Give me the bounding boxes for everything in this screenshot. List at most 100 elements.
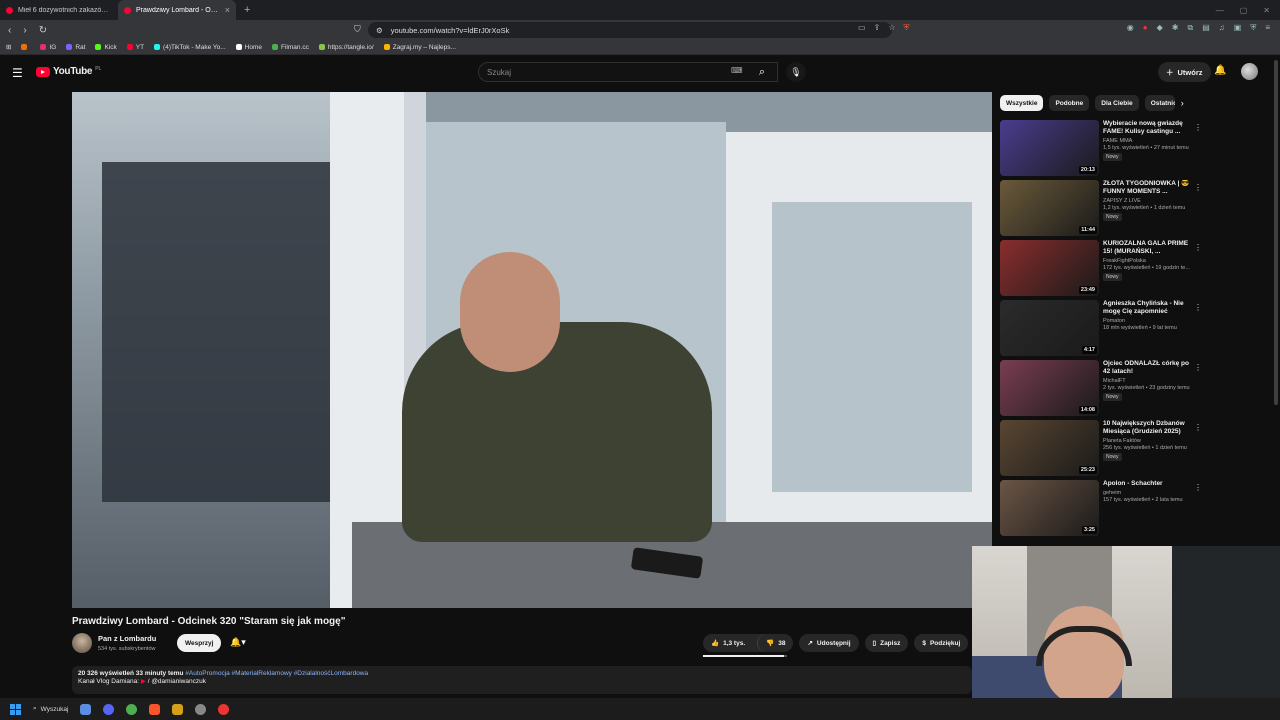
chevron-right-icon[interactable]: › (1181, 98, 1184, 108)
site-info-icon[interactable]: ⚙ (376, 26, 383, 35)
recommendation-channel[interactable]: Planeta Faktów (1103, 438, 1197, 445)
extension-icon[interactable]: ◆ (1157, 23, 1163, 33)
video-player[interactable] (72, 92, 992, 608)
recommendation-thumbnail[interactable]: 11:44 (1000, 180, 1099, 236)
bookmark-icon[interactable]: ⛉ (354, 24, 361, 35)
recommendation-title[interactable]: Ojciec ODNALAZŁ córkę po 42 latach! (1103, 360, 1197, 376)
bookmark-item[interactable]: Filman.cc (272, 44, 309, 51)
maximize-icon[interactable]: ▢ (1240, 6, 1248, 15)
chip-recent[interactable]: Ostatnio (1144, 95, 1175, 111)
share-button[interactable]: ↗ Udostępnij (799, 634, 859, 652)
bookmark-item[interactable]: Zagraj.my – Najleps... (383, 44, 456, 51)
like-button[interactable]: 👍 1,3 tys. (703, 634, 753, 652)
recommendation-item[interactable]: 3:25 Apolon - Schachter geheim 157 tys. wyś… (1000, 480, 1206, 540)
brave-icon[interactable] (149, 703, 161, 715)
recommendation-title[interactable]: ZŁOTA TYGODNIÓWKA | 😎 FUNNY MOMENTS ... (1103, 180, 1197, 196)
recommendation-thumbnail[interactable]: 14:08 (1000, 360, 1099, 416)
recommendation-channel[interactable]: FAME MMA (1103, 138, 1197, 145)
chip-all[interactable]: Wszystkie (1000, 95, 1044, 111)
hamburger-menu-icon[interactable]: ☰ (12, 66, 23, 80)
wallet-icon[interactable]: ▣ (1234, 23, 1242, 33)
app-icon[interactable] (172, 703, 184, 715)
star-icon[interactable]: ☆ (888, 23, 895, 33)
extension-icon[interactable]: ● (1143, 23, 1148, 33)
hashtags[interactable]: #AutoPromocja #MaterialReklamowy #Dziala… (185, 670, 368, 677)
recommendation-channel[interactable]: FreakFightPolska (1103, 258, 1197, 265)
explorer-icon[interactable] (80, 703, 92, 715)
close-tab-icon[interactable]: × (225, 5, 230, 15)
bookmark-item[interactable]: (4)TikTok - Make Yo... (154, 44, 226, 51)
page-scrollbar[interactable] (1274, 60, 1278, 405)
bookmark-item[interactable]: Rat (66, 44, 85, 51)
app-icon[interactable] (195, 703, 207, 715)
recommendation-title[interactable]: Agnieszka Chylińska - Nie mogę Cię zapom… (1103, 300, 1197, 316)
browser-tab-2[interactable]: Prawdziwy Lombard - Odcin × (118, 0, 236, 20)
subscription-bell-icon[interactable]: 🔔▾ (230, 637, 246, 648)
recommendation-title[interactable]: 10 Największych Dzbanów Miesiąca (Grudzi… (1103, 420, 1197, 436)
keyboard-icon[interactable]: ⌨ (731, 66, 743, 75)
media-icon[interactable]: ♫ (1219, 23, 1225, 33)
search-button[interactable]: ⌕ (748, 62, 776, 82)
extension-icon[interactable]: ✱ (1172, 23, 1179, 33)
recommendation-item[interactable]: 14:08 Ojciec ODNALAZŁ córkę po 42 latach!… (1000, 360, 1206, 420)
support-button[interactable]: Wesprzyj (177, 634, 222, 652)
recommendation-thumbnail[interactable]: 25:23 (1000, 420, 1099, 476)
app-icon[interactable] (218, 703, 230, 715)
bookmark-item[interactable]: Kick (95, 44, 117, 51)
notifications-bell-icon[interactable]: 🔔 (1214, 65, 1226, 76)
recommendation-channel[interactable]: geheim (1103, 490, 1197, 497)
extension-icon[interactable]: ◉ (1127, 23, 1134, 33)
recommendation-item[interactable]: 4:17 Agnieszka Chylińska - Nie mogę Cię z… (1000, 300, 1206, 360)
more-options-icon[interactable]: ⋮ (1194, 483, 1202, 492)
chip-related[interactable]: Podobne (1049, 95, 1090, 111)
minimize-icon[interactable]: — (1216, 6, 1224, 15)
thanks-button[interactable]: $ Podziękuj (914, 634, 969, 652)
recommendation-thumbnail[interactable]: 4:17 (1000, 300, 1099, 356)
taskbar-search[interactable]: ⌕ Wyszukaj (33, 705, 68, 713)
recommendation-thumbnail[interactable]: 3:25 (1000, 480, 1099, 536)
more-options-icon[interactable]: ⋮ (1194, 363, 1202, 372)
youtube-logo[interactable]: YouTube PL (36, 66, 101, 77)
chip-for-you[interactable]: Dla Ciebie (1095, 95, 1139, 111)
create-button[interactable]: ＋ Utwórz (1158, 62, 1211, 82)
recommendation-channel[interactable]: MichalFT (1103, 378, 1197, 385)
recommendation-title[interactable]: KURIOZALNA GALA PRIME 15! (MURAŃSKI, ... (1103, 240, 1197, 256)
recommendation-item[interactable]: 11:44 ZŁOTA TYGODNIÓWKA | 😎 FUNNY MOMENTS… (1000, 180, 1206, 240)
more-options-icon[interactable]: ⋮ (1194, 243, 1202, 252)
channel-avatar[interactable] (72, 633, 92, 653)
more-options-icon[interactable]: ⋮ (1194, 423, 1202, 432)
channel-name[interactable]: Pan z Lombardu (98, 634, 156, 643)
description-link[interactable]: / @damianiwanczuk (148, 678, 206, 685)
share-page-icon[interactable]: ⇪ (874, 23, 881, 33)
forward-icon[interactable]: › (23, 25, 26, 36)
save-button[interactable]: ▯ Zapisz (864, 634, 909, 652)
browser-tab-1[interactable]: Mieł 6 dożywotnich zakazów i jeź (0, 0, 118, 20)
recommendation-title[interactable]: Apolon - Schachter (1103, 480, 1197, 488)
bookmark-item[interactable] (21, 44, 30, 50)
chrome-icon[interactable] (126, 703, 138, 715)
url-field[interactable]: ⚙ youtube.com/watch?v=ldErJ0rXoSk (368, 22, 892, 38)
bookmark-item[interactable]: YT (126, 44, 144, 51)
recommendation-item[interactable]: 23:49 KURIOZALNA GALA PRIME 15! (MURAŃSKI… (1000, 240, 1206, 300)
recommendation-thumbnail[interactable]: 20:13 (1000, 120, 1099, 176)
vpn-icon[interactable]: ⛨ (1250, 23, 1256, 33)
recommendation-title[interactable]: Wybieracie nową gwiazdę FAME! Kulisy cas… (1103, 120, 1197, 136)
recommendation-channel[interactable]: Pomaton (1103, 318, 1197, 325)
video-description[interactable]: 20 326 wyświetleń 33 minuty temu #AutoPr… (72, 666, 972, 694)
apps-grid-icon[interactable]: ⊞ (6, 43, 11, 51)
recommendation-thumbnail[interactable]: 23:49 (1000, 240, 1099, 296)
back-icon[interactable]: ‹ (8, 25, 11, 36)
bookmark-item[interactable]: IG (40, 44, 56, 51)
brave-shield-icon[interactable]: ⛨ (903, 23, 909, 33)
recommendation-item[interactable]: 25:23 10 Największych Dzbanów Miesiąca (G… (1000, 420, 1206, 480)
more-options-icon[interactable]: ⋮ (1194, 183, 1202, 192)
bookmark-item[interactable]: Home (235, 44, 262, 51)
windows-start-icon[interactable] (10, 703, 21, 715)
close-window-icon[interactable]: ✕ (1263, 6, 1270, 15)
more-options-icon[interactable]: ⋮ (1194, 123, 1202, 132)
voice-search-button[interactable]: 🎙 (786, 62, 806, 82)
menu-icon[interactable]: ≡ (1265, 23, 1270, 33)
sidebar-icon[interactable]: ▤ (1202, 23, 1210, 33)
recommendation-channel[interactable]: ZAPISY Z LIVE (1103, 198, 1197, 205)
bookmark-item[interactable]: https://tangle.io/ (318, 44, 374, 51)
